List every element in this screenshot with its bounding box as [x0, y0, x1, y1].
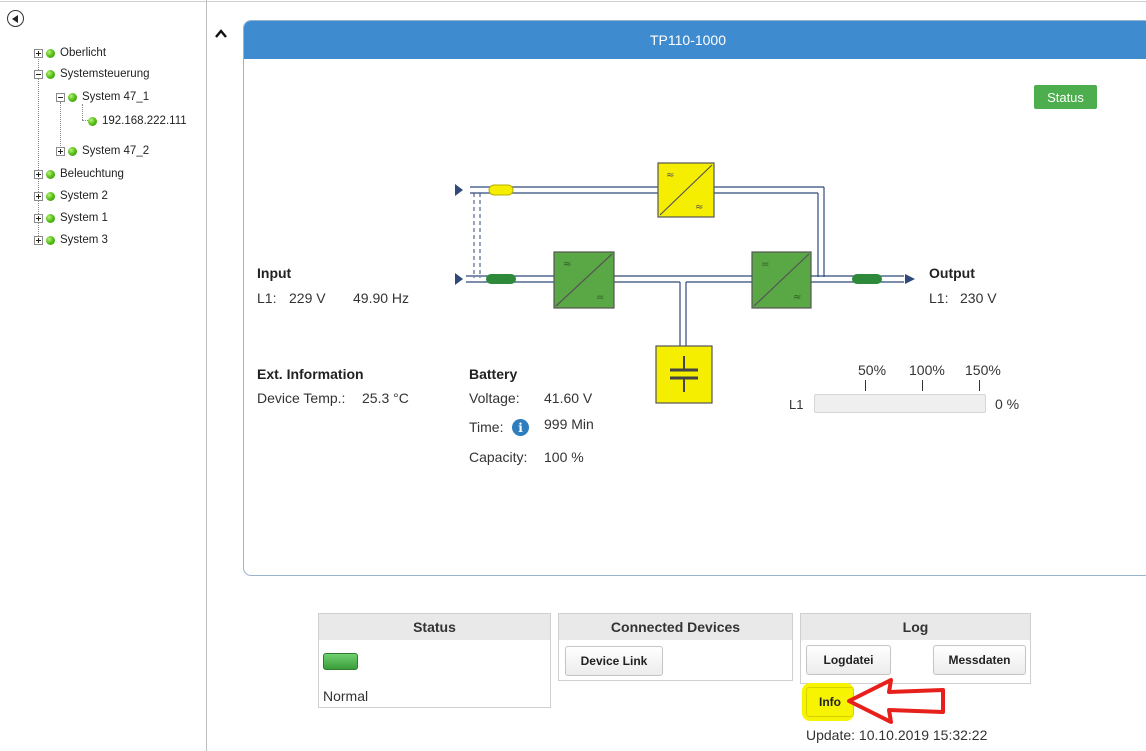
tree-item-label: Oberlicht	[60, 47, 107, 59]
expand-icon[interactable]	[34, 235, 43, 245]
device-temp-value: 25.3 °C	[362, 390, 409, 406]
input-voltage: 229 V	[289, 290, 326, 306]
top-border	[0, 1, 1146, 2]
status-dot-icon	[46, 169, 55, 179]
back-arrow-icon[interactable]	[7, 10, 24, 27]
tree-line	[82, 104, 83, 120]
tree-item-system-47-2[interactable]: System 47_2	[56, 144, 149, 158]
status-button[interactable]: Status	[1034, 85, 1097, 109]
tree-item-label: System 3	[60, 234, 108, 246]
device-temp-label: Device Temp.:	[257, 390, 346, 406]
tree-item-label: Beleuchtung	[60, 168, 124, 180]
input-frequency: 49.90 Hz	[353, 290, 410, 306]
messdaten-button[interactable]: Messdaten	[933, 645, 1026, 675]
collapse-icon[interactable]	[56, 92, 65, 102]
tree-item-ip-address[interactable]: 192.168.222.111	[88, 114, 187, 128]
status-dot-icon	[46, 213, 55, 223]
tree-item-label: 192.168.222.111	[102, 115, 187, 127]
tree-item-oberlicht[interactable]: Oberlicht	[34, 46, 106, 60]
status-box-title: Status	[319, 614, 550, 640]
tree-item-label: Systemsteuerung	[60, 68, 150, 80]
output-phase: L1:	[929, 290, 949, 306]
status-dot-icon	[46, 69, 55, 79]
load-tick	[922, 380, 923, 391]
battery-time-label: Time:	[469, 419, 504, 435]
update-timestamp: Update: 10.10.2019 15:32:22	[806, 727, 988, 743]
tree-item-label: System 2	[60, 190, 108, 202]
expand-icon[interactable]	[34, 213, 43, 223]
input-heading: Input	[257, 265, 292, 281]
battery-voltage-value: 41.60 V	[544, 390, 593, 406]
tree-item-label: System 1	[60, 212, 108, 224]
tree-item-label: System 47_2	[82, 145, 150, 157]
battery-heading: Battery	[469, 366, 518, 382]
status-dot-icon	[88, 116, 97, 126]
collapse-icon[interactable]	[34, 69, 43, 79]
load-tick-label: 150%	[965, 362, 1001, 378]
tree-item-beleuchtung[interactable]: Beleuchtung	[34, 167, 124, 181]
tree-item-system-2[interactable]: System 2	[34, 189, 108, 203]
tree-item-system-47-1[interactable]: System 47_1	[56, 90, 149, 104]
load-phase-label: L1	[789, 397, 804, 412]
sidebar-divider[interactable]	[206, 0, 207, 751]
info-icon[interactable]: i	[512, 419, 529, 436]
status-state: Normal	[323, 688, 369, 704]
load-bar	[814, 394, 986, 413]
tree-item-system-1[interactable]: System 1	[34, 211, 108, 225]
expand-icon[interactable]	[56, 146, 65, 156]
expand-icon[interactable]	[34, 48, 43, 58]
battery-time-value: 999 Min	[544, 416, 594, 432]
red-arrow-annotation	[847, 678, 945, 724]
tree-item-systemsteuerung[interactable]: Systemsteuerung	[34, 67, 150, 81]
output-voltage: 230 V	[960, 290, 997, 306]
output-heading: Output	[929, 265, 975, 281]
load-value: 0 %	[995, 396, 1020, 412]
battery-capacity-value: 100 %	[544, 449, 584, 465]
collapse-chevron-icon[interactable]	[214, 28, 228, 40]
connected-devices-title: Connected Devices	[559, 614, 792, 640]
status-dot-icon	[46, 48, 55, 58]
status-dot-icon	[68, 146, 77, 156]
load-tick-label: 50%	[858, 362, 887, 378]
panel-title: TP110-1000	[244, 21, 1146, 59]
load-tick-label: 100%	[909, 362, 945, 378]
status-dot-icon	[46, 235, 55, 245]
load-tick	[979, 380, 980, 391]
input-phase: L1:	[257, 290, 277, 306]
status-dot-icon	[46, 191, 55, 201]
tree-item-label: System 47_1	[82, 91, 150, 103]
status-led-icon	[323, 653, 358, 670]
device-link-button[interactable]: Device Link	[565, 646, 663, 676]
ext-info-heading: Ext. Information	[257, 366, 364, 382]
logdatei-button[interactable]: Logdatei	[806, 645, 891, 675]
expand-icon[interactable]	[34, 191, 43, 201]
battery-voltage-label: Voltage:	[469, 390, 520, 406]
tree-item-system-3[interactable]: System 3	[34, 233, 108, 247]
expand-icon[interactable]	[34, 169, 43, 179]
load-tick	[865, 380, 866, 391]
battery-capacity-label: Capacity:	[469, 449, 528, 465]
status-dot-icon	[68, 92, 77, 102]
log-box-title: Log	[801, 614, 1030, 640]
